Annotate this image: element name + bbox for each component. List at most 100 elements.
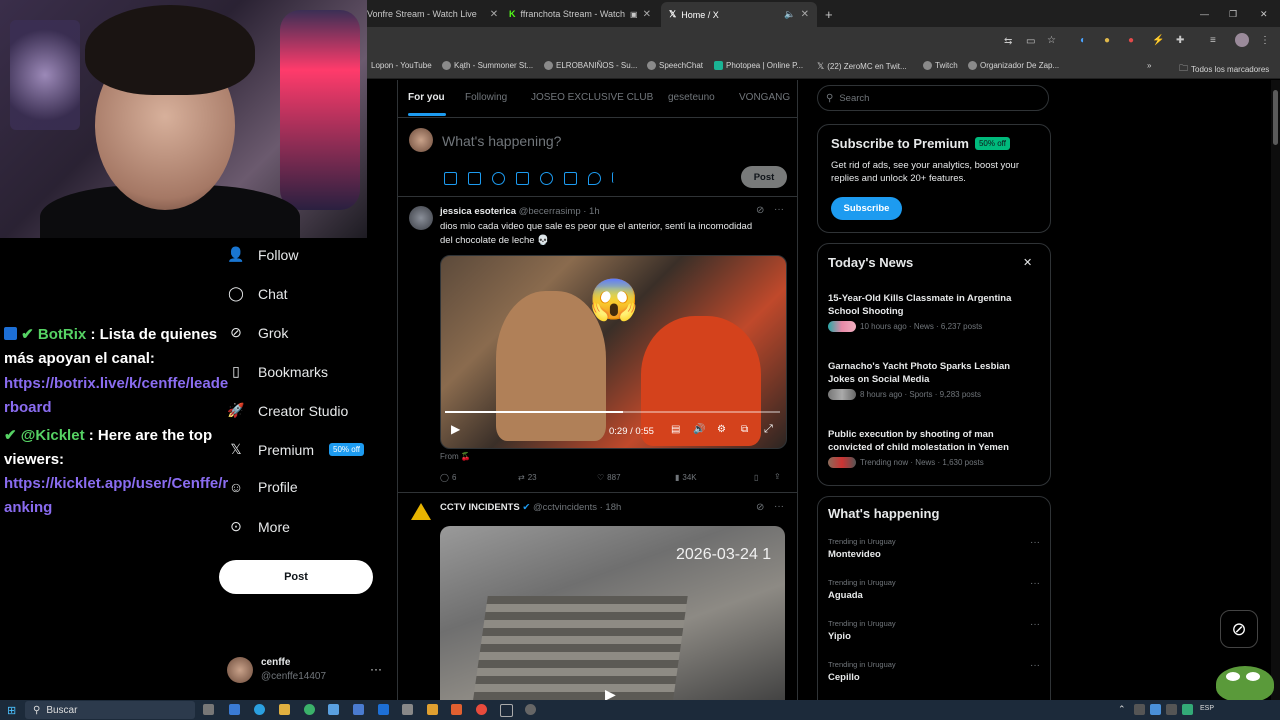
taskbar-app-icon[interactable] — [229, 704, 240, 715]
more-icon[interactable]: ··· — [1030, 619, 1040, 630]
picture-in-picture-icon[interactable]: ▣ — [630, 10, 638, 19]
taskbar-app-icon[interactable] — [304, 704, 315, 715]
tray-icon[interactable] — [1150, 704, 1161, 715]
location-icon[interactable] — [588, 172, 601, 185]
composer-input[interactable]: What's happening? — [442, 133, 561, 149]
grok-icon[interactable] — [492, 172, 505, 185]
grok-float-icon[interactable]: ⊘ — [1220, 610, 1258, 648]
bookmark-item[interactable]: Kąth - Summoner St... — [442, 61, 533, 70]
trend-item[interactable]: Trending in Uruguay Aguada ··· — [828, 578, 1040, 601]
repost-stat[interactable]: ⇄ 23 — [518, 473, 537, 482]
tab-joseo-exclusive-club[interactable]: JOSEO EXCLUSIVE CLUB — [531, 92, 653, 103]
profile-avatar-icon[interactable] — [1235, 33, 1249, 47]
news-item[interactable]: Garnacho's Yacht Photo Sparks Lesbian Jo… — [828, 360, 1038, 400]
like-stat[interactable]: ♡ 887 — [597, 473, 621, 482]
flag-icon[interactable] — [612, 172, 624, 183]
new-tab-button[interactable]: + — [825, 4, 833, 24]
composer-post-button[interactable]: Post — [741, 166, 787, 188]
chrome-icon[interactable] — [476, 704, 487, 715]
emoji-icon[interactable] — [540, 172, 553, 185]
file-explorer-icon[interactable] — [279, 704, 290, 715]
play-icon[interactable]: ▶ — [605, 686, 616, 700]
folder-icon[interactable] — [427, 704, 438, 715]
search-input[interactable]: ⚲ Search — [817, 85, 1049, 111]
tweet-author[interactable]: CCTV INCIDENTS — [440, 502, 520, 513]
speaker-icon[interactable]: 🔈 — [784, 9, 795, 20]
cctv-avatar-icon[interactable] — [411, 503, 431, 520]
bookmark-item[interactable]: ELROBANIÑOS - Su... — [544, 61, 637, 70]
bookmark-item[interactable]: SpeechChat — [647, 61, 703, 70]
reply-stat[interactable]: ◯ 6 — [440, 473, 456, 482]
more-icon[interactable]: ··· — [774, 204, 784, 215]
views-stat[interactable]: ▮ 34K — [675, 473, 697, 482]
volume-icon[interactable]: 🔊 — [693, 424, 705, 435]
browser-tab[interactable]: K ffranchota Stream - Watch ▣ ✕ — [509, 4, 651, 24]
subscribe-button[interactable]: Subscribe — [831, 197, 902, 220]
extension-icon[interactable]: ● — [1104, 35, 1110, 46]
tray-icon[interactable] — [1134, 704, 1145, 715]
nav-item-grok[interactable]: ⊘ Grok — [227, 324, 288, 341]
nav-item-more[interactable]: ⊙ More — [227, 518, 290, 535]
tab-geseteuno[interactable]: geseteuno — [668, 92, 715, 103]
post-button[interactable]: Post — [219, 560, 373, 594]
tab-for-you[interactable]: For you — [408, 92, 445, 103]
nav-item-creator-studio[interactable]: 🚀 Creator Studio — [227, 402, 348, 419]
play-icon[interactable]: ▶ — [451, 422, 460, 436]
close-icon[interactable]: ✕ — [643, 9, 651, 20]
taskbar-app-icon[interactable] — [378, 704, 389, 715]
nav-item-premium[interactable]: 𝕏 Premium 50% off — [227, 441, 364, 458]
schedule-icon[interactable] — [564, 172, 577, 185]
bookmark-item[interactable]: 𝕏 (22) ZeroMC en Twit... — [817, 61, 907, 72]
scrollbar[interactable] — [1271, 80, 1280, 700]
browser-tab-active[interactable]: 𝕏 Home / X 🔈 ✕ — [661, 2, 817, 27]
nav-item-follow[interactable]: 👤 Follow — [227, 246, 298, 263]
tray-icon[interactable] — [1166, 704, 1177, 715]
tab-following[interactable]: Following — [465, 92, 507, 103]
tweet-author[interactable]: jessica esoterica — [440, 206, 516, 217]
more-icon[interactable]: ··· — [774, 501, 784, 512]
bookmark-item[interactable]: Organizador De Zap... — [968, 61, 1059, 70]
tray-chevron-icon[interactable]: ⌃ — [1118, 704, 1126, 715]
captions-icon[interactable]: ▤ — [671, 424, 680, 435]
extension-icon[interactable]: ◐ — [1080, 35, 1086, 46]
nav-item-profile[interactable]: ☺ Profile — [227, 479, 298, 495]
pip-icon[interactable]: ⧉ — [741, 424, 748, 435]
translate-icon[interactable]: ⇆ — [1004, 36, 1012, 47]
browser-tab[interactable]: Vonfre Stream - Watch Live ✕ — [367, 4, 498, 24]
task-view-icon[interactable] — [203, 704, 214, 715]
trend-item[interactable]: Trending in Uruguay Cepillo ··· — [828, 660, 1040, 683]
taskbar-app-icon[interactable] — [525, 704, 536, 715]
edge-icon[interactable] — [254, 704, 265, 715]
tab-vongang[interactable]: VONGANG — [739, 92, 790, 103]
taskbar-app-icon[interactable] — [451, 704, 462, 715]
bookmark-item[interactable]: Twitch — [923, 61, 958, 70]
menu-kebab-icon[interactable]: ⋮ — [1260, 35, 1270, 46]
scrollbar-thumb[interactable] — [1273, 90, 1278, 145]
nav-item-bookmarks[interactable]: ▯ Bookmarks — [227, 363, 328, 380]
media-icon[interactable] — [444, 172, 457, 185]
tray-icon[interactable] — [1182, 704, 1193, 715]
windows-start-icon[interactable]: ⊞ — [7, 704, 16, 717]
close-icon[interactable]: ✕ — [801, 9, 809, 20]
more-icon[interactable]: ··· — [1030, 660, 1040, 671]
fullscreen-icon[interactable]: ⤢ — [764, 423, 773, 436]
account-menu-icon[interactable]: ··· — [370, 662, 382, 676]
bookmarks-overflow-icon[interactable]: » — [1147, 61, 1151, 70]
poll-icon[interactable] — [516, 172, 529, 185]
restore-button[interactable]: ❐ — [1229, 4, 1237, 24]
bookmark-item[interactable]: 🗀 Todos los marcadores — [1179, 61, 1269, 77]
nav-item-chat[interactable]: ◯ Chat — [227, 285, 287, 302]
extension-icon[interactable]: ⚡ — [1152, 35, 1164, 46]
bookmark-item[interactable]: Photopea | Online P... — [714, 61, 803, 70]
cast-icon[interactable]: ▭ — [1026, 36, 1035, 47]
tweet-video[interactable]: 😱 ▶ 0:29 / 0:55 ▤ 🔊 ⚙ ⧉ ⤢ — [440, 255, 787, 449]
close-icon[interactable]: ✕ — [1023, 256, 1032, 269]
news-item[interactable]: 15-Year-Old Kills Classmate in Argentina… — [828, 292, 1038, 332]
bookmark-item[interactable]: Lopon - YouTube — [371, 61, 432, 70]
account-avatar[interactable] — [227, 657, 253, 683]
extension-icon[interactable]: ● — [1128, 35, 1134, 46]
close-icon[interactable]: ✕ — [490, 9, 498, 20]
share-icon[interactable]: ⇪ — [774, 472, 781, 481]
input-language[interactable]: ESP — [1200, 705, 1214, 712]
minimize-button[interactable]: — — [1200, 4, 1209, 24]
